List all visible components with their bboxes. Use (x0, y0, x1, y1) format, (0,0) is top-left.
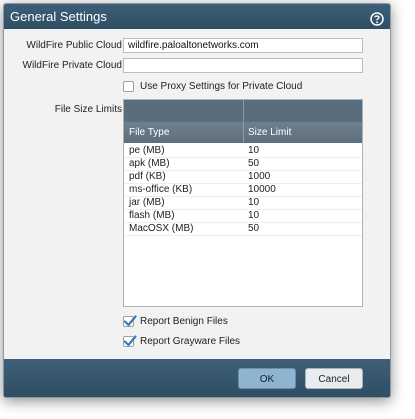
column-separator (243, 100, 244, 143)
table-row[interactable]: MacOSX (MB) 50 (124, 223, 362, 236)
general-settings-dialog: General Settings WildFire Public Cloud W… (3, 3, 391, 398)
size-limit-cell: 50 (248, 223, 260, 234)
report-grayware-label: Report Grayware Files (140, 336, 241, 347)
private-cloud-label: WildFire Private Cloud (22, 60, 122, 71)
file-size-limits-label: File Size Limits (54, 104, 122, 115)
size-limit-cell: 10000 (248, 184, 276, 195)
dialog-titlebar: General Settings (4, 4, 390, 29)
size-limit-cell: 10 (248, 145, 260, 156)
ok-button[interactable]: OK (238, 368, 296, 389)
file-size-limits-table: File Type Size Limit pe (MB) 10 apk (MB)… (123, 99, 363, 307)
file-type-cell: jar (MB) (129, 197, 165, 208)
dialog-footer: OK Cancel (4, 359, 390, 397)
file-type-cell: pe (MB) (129, 145, 165, 156)
private-cloud-input[interactable] (123, 58, 363, 73)
file-type-cell: ms-office (KB) (129, 184, 193, 195)
file-type-cell: flash (MB) (129, 210, 175, 221)
table-row[interactable]: ms-office (KB) 10000 (124, 184, 362, 197)
table-row[interactable]: pdf (KB) 1000 (124, 171, 362, 184)
report-benign-checkbox[interactable] (123, 315, 137, 327)
size-limit-cell: 10 (248, 210, 260, 221)
public-cloud-label: WildFire Public Cloud (26, 40, 122, 51)
size-limit-cell: 50 (248, 158, 260, 169)
file-type-cell: apk (MB) (129, 158, 170, 169)
size-limit-cell: 10 (248, 197, 260, 208)
check-mark-icon (123, 315, 137, 327)
help-icon[interactable] (370, 9, 384, 26)
column-header-file-type[interactable]: File Type (129, 122, 169, 143)
report-benign-label: Report Benign Files (140, 316, 228, 327)
proxy-checkbox-label: Use Proxy Settings for Private Cloud (140, 81, 303, 92)
size-limit-cell: 1000 (248, 171, 271, 182)
proxy-checkbox[interactable] (123, 81, 134, 92)
file-type-cell: MacOSX (MB) (129, 223, 194, 234)
cancel-button[interactable]: Cancel (305, 368, 363, 389)
table-row[interactable]: pe (MB) 10 (124, 145, 362, 158)
check-mark-icon (123, 335, 137, 347)
table-row[interactable]: jar (MB) 10 (124, 197, 362, 210)
report-grayware-checkbox[interactable] (123, 335, 137, 347)
dialog-title: General Settings (10, 9, 107, 24)
table-row[interactable]: apk (MB) 50 (124, 158, 362, 171)
file-type-cell: pdf (KB) (129, 171, 166, 182)
table-row[interactable]: flash (MB) 10 (124, 210, 362, 223)
column-header-size-limit[interactable]: Size Limit (248, 122, 291, 143)
public-cloud-input[interactable] (123, 38, 363, 53)
